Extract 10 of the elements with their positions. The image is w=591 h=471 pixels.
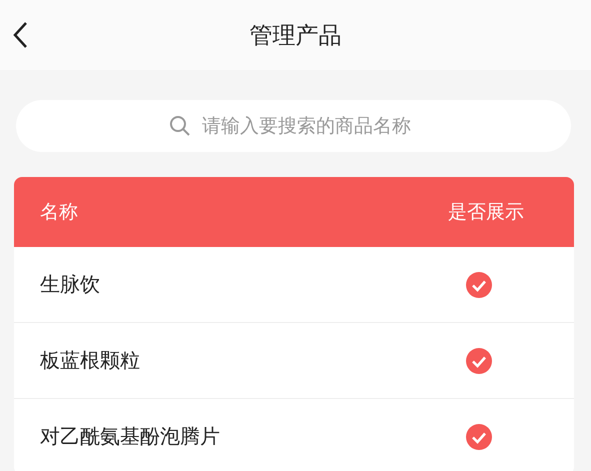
search-field[interactable]: 请输入要搜索的商品名称 bbox=[16, 100, 571, 152]
checked-icon[interactable] bbox=[466, 424, 492, 450]
product-name: 生脉饮 bbox=[40, 271, 100, 298]
checked-icon[interactable] bbox=[466, 348, 492, 374]
checked-icon[interactable] bbox=[466, 272, 492, 298]
product-name: 板蓝根颗粒 bbox=[40, 347, 140, 374]
column-header: 是否展示 bbox=[448, 200, 524, 225]
product-name: 对乙酰氨基酚泡腾片 bbox=[40, 423, 220, 450]
column-header: 名称 bbox=[40, 200, 78, 225]
page-title: 管理产品 bbox=[250, 22, 342, 50]
